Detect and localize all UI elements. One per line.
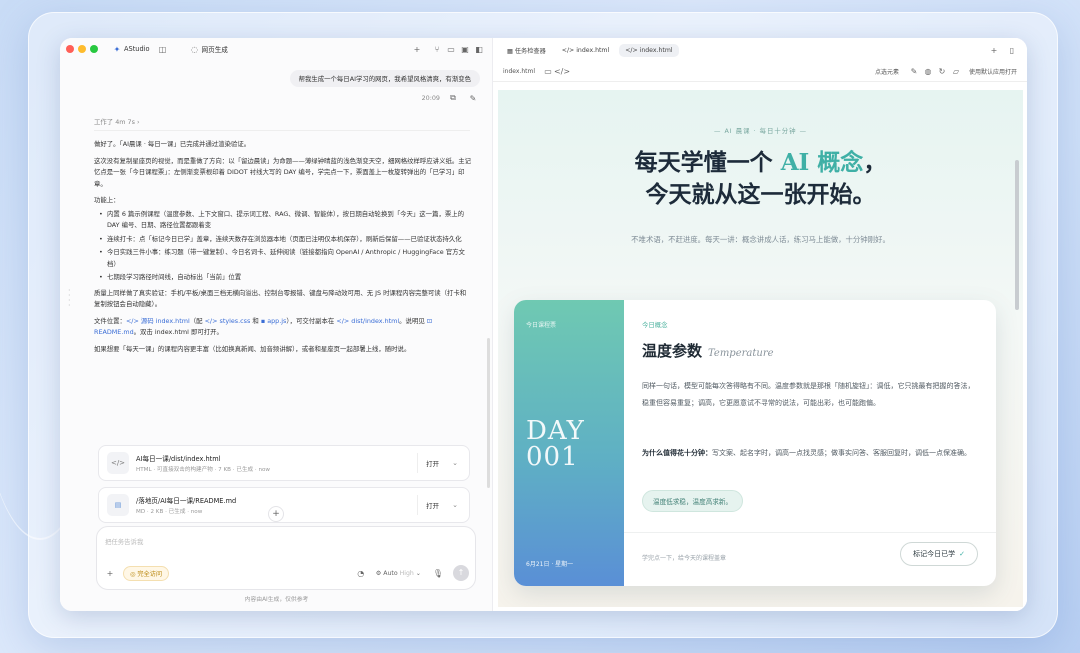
preview-pane: ▦ 任务检查器 </> index.html </> index.html + …	[493, 38, 1027, 611]
ticket-stub: 今日课程票 DAY 001 6月21日 · 星期一	[514, 300, 624, 586]
page-kicker: — AI 晨课 · 每日十分钟 —	[714, 127, 807, 135]
file-name: AI每日一课/dist/index.html	[136, 455, 221, 463]
copy-icon[interactable]: ⧉	[446, 91, 460, 105]
chat-scrollbar[interactable]	[487, 338, 490, 488]
scroll-down-button[interactable]: +	[268, 506, 284, 522]
app-name: AStudio	[124, 45, 150, 53]
composer-placeholder[interactable]: 把任务告诉我	[105, 537, 143, 546]
link-dist-index[interactable]: </> dist/index.html	[336, 317, 399, 325]
open-file-button[interactable]: 打开	[417, 453, 439, 473]
split-view-icon[interactable]: ▯	[1005, 43, 1019, 57]
link-index-html[interactable]: </> 源码 index.html	[126, 317, 190, 325]
file-location-paragraph: 文件位置：</> 源码 index.html（配 </> styles.css …	[94, 316, 433, 337]
concept-tag: 今日概念	[642, 321, 668, 329]
file-card[interactable]: ▤ /落地页/AI每日一课/README.md MD · 2 KB · 已生成 …	[98, 487, 470, 523]
response-paragraph: 功能上：	[94, 196, 120, 204]
panel-icon[interactable]: ◧	[472, 42, 486, 56]
file-card[interactable]: </> AI每日一课/dist/index.html HTML · 可直接双击的…	[98, 445, 470, 481]
access-mode-pill[interactable]: ◎ 完全访问	[123, 565, 170, 581]
chat-pane: ✦ AStudio ◫ ◌ 网页生成 + ⑂ ▭ ▣ ◧ 帮我生成一个每日AI学…	[60, 38, 493, 611]
file-name: /落地页/AI每日一课/README.md	[136, 497, 237, 505]
assistant-response: 做好了。「AI晨课 · 每日一课」已完成并通过渲染验证。 这次没有复制星座页的视…	[94, 139, 472, 360]
tab-index-html[interactable]: </> index.html	[556, 44, 615, 57]
preview-scrollbar[interactable]	[1015, 160, 1019, 310]
check-icon: ✓	[959, 550, 965, 558]
file-meta: HTML · 可直接双击的构建产物 · 7 KB · 已生成 · now	[136, 467, 271, 473]
progress-ring-icon: ◔	[357, 568, 365, 578]
link-app-js[interactable]: ▪ app.js	[261, 317, 287, 325]
open-file-button[interactable]: 打开	[417, 495, 439, 515]
response-paragraph: 做好了。「AI晨课 · 每日一课」已完成并通过渲染验证。	[94, 140, 251, 148]
preview-toolbar: index.html ▭ </> 点选元素 ✎ ◍ ↻ ▱ 使用默认应用打开	[493, 62, 1027, 82]
response-paragraph: 这次没有复制星座页的视觉，而是重做了方向：以「留边晨读」为命题——薄绿钟晴蓝的浅…	[94, 156, 472, 188]
new-tab-icon[interactable]: +	[987, 43, 1001, 57]
open-default-app-button[interactable]: 使用默认应用打开	[969, 67, 1017, 76]
app-window: ✦ AStudio ◫ ◌ 网页生成 + ⑂ ▭ ▣ ◧ 帮我生成一个每日AI学…	[60, 38, 1027, 611]
user-message: 帮我生成一个每日AI学习的网页，我希望风格清爽，有渐变色	[289, 70, 480, 87]
toolbar-file-name: index.html	[503, 68, 535, 75]
worked-duration[interactable]: 工作了 4m 7s ›	[94, 117, 140, 126]
model-selector[interactable]: ⚙ Auto High ⌄	[376, 570, 421, 577]
ticket-body: 今日概念 温度参数 Temperature 同样一句话，模型可能每次答得略有不同。…	[624, 300, 996, 586]
new-chat-icon[interactable]: +	[410, 42, 424, 56]
concept-summary-chip: 温度低求稳，温度高求新。	[642, 490, 744, 512]
astudio-logo-icon: ✦	[113, 44, 121, 54]
drag-handle-icon[interactable]: · · · ·	[68, 287, 71, 310]
lesson-ticket-card: 今日课程票 DAY 001 6月21日 · 星期一 今日概念 温度参数 Temper…	[514, 300, 996, 586]
device-icon[interactable]: ▭	[541, 65, 555, 79]
left-titlebar: ✦ AStudio ◫ ◌ 网页生成 + ⑂ ▭ ▣ ◧	[60, 38, 492, 60]
file-meta: MD · 2 KB · 已生成 · now	[136, 509, 203, 515]
list-item: 内置 6 篇示例课程（温度参数、上下文窗口、提示词工程、RAG、微调、智能体），…	[99, 209, 472, 232]
day-number: DAY 001	[526, 416, 585, 472]
link-styles-css[interactable]: </> styles.css	[205, 317, 251, 325]
ai-disclaimer: 内容由AI生成，仅供参考	[244, 597, 309, 603]
chat-bubble-icon: ◌	[191, 44, 198, 54]
pen-icon[interactable]: ✎	[907, 65, 921, 79]
calendar-icon[interactable]: ▭	[444, 42, 458, 56]
image-file-icon: ▤	[107, 494, 129, 516]
ticket-label: 今日课程票	[526, 322, 557, 329]
edit-icon[interactable]: ✎	[466, 91, 480, 105]
tab-title[interactable]: 网页生成	[202, 44, 228, 54]
tab-task-inspector[interactable]: ▦ 任务检查器	[501, 43, 552, 58]
tab-index-html-active[interactable]: </> index.html	[619, 43, 679, 57]
concept-title: 温度参数 Temperature	[642, 342, 774, 360]
select-element-button[interactable]: 点选元素	[875, 67, 899, 76]
list-item: 连续打卡：点「标记今日已学」盖章，连续天数存在浏览器本地（页面已注明仅本机保存）…	[99, 234, 472, 246]
mark-learned-button[interactable]: 标记今日已学 ✓	[900, 542, 978, 566]
send-button[interactable]: ↑	[453, 565, 469, 581]
mic-icon[interactable]: 🎙	[431, 566, 445, 580]
code-file-icon: </>	[107, 452, 129, 474]
composer[interactable]: 把任务告诉我 + ◎ 完全访问 ◔ ⚙ Auto High ⌄ 🎙 ↑	[96, 526, 476, 590]
chevron-down-icon[interactable]: ⌄	[449, 459, 461, 467]
branch-icon[interactable]: ⑂	[430, 42, 444, 56]
close-window-button[interactable]	[66, 45, 74, 53]
chevron-down-icon[interactable]: ⌄	[449, 501, 461, 509]
page-headline: 每天学懂一个 AI 概念， 今天就从这一张开始。	[634, 149, 887, 208]
list-item: 七期段学习路径时间线，自动标出「当前」位置	[99, 272, 472, 284]
source-icon[interactable]: </>	[554, 65, 570, 79]
folder-icon[interactable]: ▱	[949, 65, 963, 79]
concept-description: 同样一句话，模型可能每次答得略有不同。温度参数就是那根「随机旋钮」：调低，它只挑…	[642, 382, 975, 407]
save-icon[interactable]: ▣	[458, 42, 472, 56]
response-paragraph: 如果想要「每天一课」的课程内容更丰富（比如换真新闻、加音频讲解），或者和星座页一…	[94, 344, 411, 353]
globe-icon[interactable]: ◍	[921, 65, 935, 79]
message-meta: 20:09 ⧉ ✎	[422, 91, 480, 105]
ticket-date: 6月21日 · 星期一	[526, 561, 574, 568]
maximize-window-button[interactable]	[90, 45, 98, 53]
ticket-footer-hint: 学完点一下，给今天的课程盖章	[642, 555, 727, 562]
minimize-window-button[interactable]	[78, 45, 86, 53]
attach-plus-icon[interactable]: +	[103, 566, 117, 580]
concept-why: 为什么值得花十分钟：写文案、起名字时，调高一点找灵感；做事实问答、客服回复时，调…	[642, 449, 971, 457]
sidebar-toggle-icon[interactable]: ◫	[156, 42, 170, 56]
right-tabbar: ▦ 任务检查器 </> index.html </> index.html + …	[493, 38, 1027, 62]
list-item: 今日实践三件小事：练习题（带一键复制）、今日名词卡、延伸阅读（链接都指向 Ope…	[99, 247, 472, 270]
response-paragraph: 质量上同样做了真实验证：手机/平板/桌面三档无横向溢出、控制台零报错、键盘与降动…	[94, 288, 467, 309]
feature-list: 内置 6 篇示例课程（温度参数、上下文窗口、提示词工程、RAG、微调、智能体），…	[99, 209, 472, 284]
page-preview: — AI 晨课 · 每日十分钟 — 每天学懂一个 AI 概念， 今天就从这一张开…	[498, 90, 1023, 607]
page-subtitle: 不堆术语，不赶进度。每天一讲：概念讲成人话，练习马上能做，十分钟刚好。	[631, 235, 890, 244]
refresh-icon[interactable]: ↻	[935, 65, 949, 79]
message-time: 20:09	[421, 94, 440, 102]
